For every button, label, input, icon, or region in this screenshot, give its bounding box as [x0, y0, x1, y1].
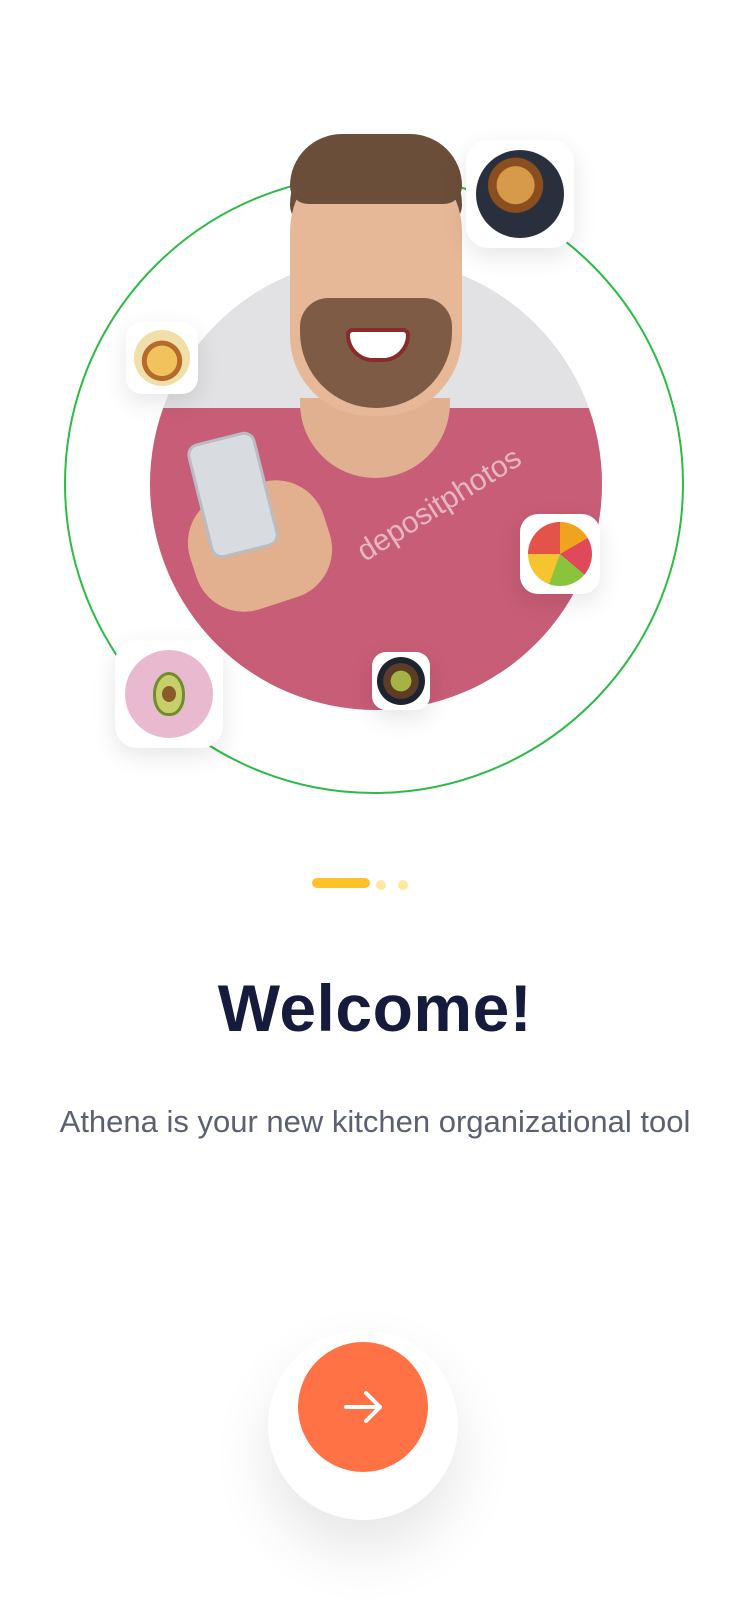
onboarding-screen: depositphotos Welcome! Athena is your ne…	[0, 0, 750, 1624]
veggie-bowl-icon	[377, 657, 425, 705]
arrow-right-icon	[344, 1391, 382, 1423]
food-card-avocado	[115, 640, 223, 748]
food-card-citrus	[520, 514, 600, 594]
page-title: Welcome!	[217, 971, 533, 1045]
avocado-icon	[125, 650, 213, 738]
frying-pan-dish-icon	[134, 330, 190, 386]
food-card-pancake	[466, 140, 574, 248]
page-subtitle: Athena is your new kitchen organizationa…	[59, 1104, 691, 1139]
food-card-pan	[126, 322, 198, 394]
page-dot-active[interactable]	[312, 878, 370, 888]
page-dot-2[interactable]	[376, 880, 386, 890]
citrus-slices-icon	[528, 522, 592, 586]
pancake-stack-icon	[476, 150, 564, 238]
person-portrait: depositphotos	[150, 134, 602, 710]
page-indicator	[312, 877, 432, 891]
hero-illustration: depositphotos	[0, 0, 750, 820]
page-dot-3[interactable]	[398, 880, 408, 890]
food-card-bowl	[372, 652, 430, 710]
next-button[interactable]	[298, 1342, 428, 1472]
